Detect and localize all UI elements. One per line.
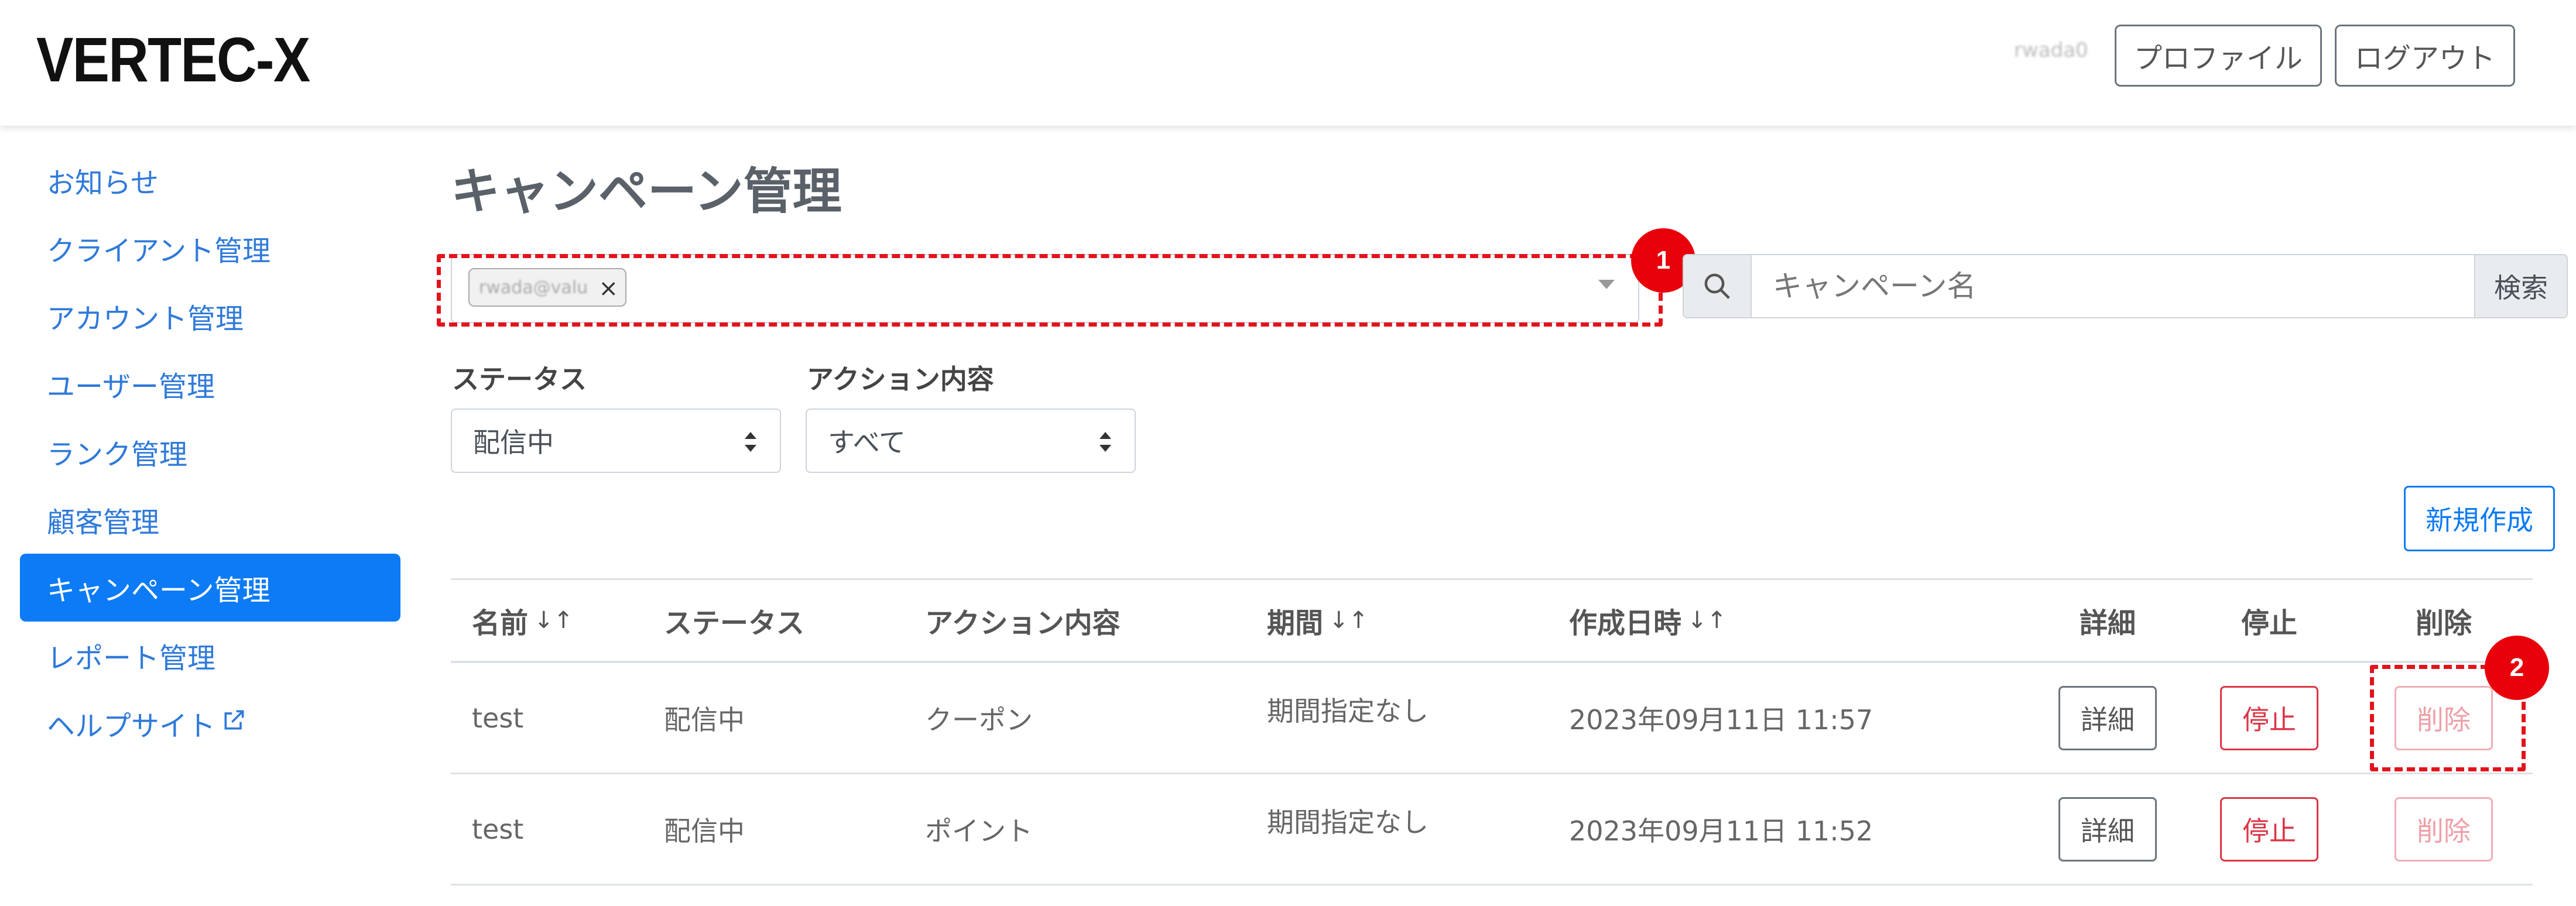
cell-name: test — [472, 702, 524, 734]
cell-period: 期間指定なし — [1267, 695, 1429, 727]
search-button[interactable]: 検索 — [2474, 254, 2568, 318]
header-stop: 停止 — [2241, 607, 2297, 640]
header-action: アクション内容 — [925, 607, 1121, 640]
cell-delete: 削除 — [2385, 774, 2502, 884]
sort-icon[interactable]: ↓↑ — [1687, 607, 1727, 634]
search-icon — [1683, 254, 1752, 318]
cell-detail: 詳細 — [2049, 663, 2166, 773]
sidebar-nav: お知らせ クライアント管理 アカウント管理 ユーザー管理 ランク管理 顧客管理 … — [20, 146, 400, 757]
stop-button[interactable]: 停止 — [2220, 797, 2318, 862]
app-header: VERTEC-X rwada0 プロファイル ログアウト — [0, 0, 2576, 126]
sidebar-item-label: ヘルプサイト — [47, 710, 216, 743]
cell-action: クーポン — [925, 703, 1033, 736]
sidebar-item-help-site[interactable]: ヘルプサイト — [20, 689, 400, 757]
annotation-highlight-client — [437, 254, 1663, 327]
header-period[interactable]: 期間 ↓↑ — [1267, 580, 1368, 661]
detail-button[interactable]: 詳細 — [2058, 797, 2157, 862]
sidebar-item-label: お知らせ — [47, 167, 159, 200]
action-filter-label: アクション内容 — [807, 363, 994, 395]
sidebar-item-label: キャンペーン管理 — [47, 574, 270, 607]
sidebar-item-clients[interactable]: クライアント管理 — [20, 214, 400, 282]
cell-stop: 停止 — [2211, 774, 2328, 884]
app-logo[interactable]: VERTEC-X — [36, 25, 310, 95]
sidebar-item-label: クライアント管理 — [47, 235, 271, 267]
sidebar-item-ranks[interactable]: ランク管理 — [20, 418, 400, 486]
header-name-label: 名前 — [472, 607, 529, 640]
header-period-label: 期間 — [1267, 607, 1324, 640]
table-header-row: 名前 ↓↑ ステータス アクション内容 期間 ↓↑ 作成日時 ↓↑ 詳細 停止 削除 — [451, 578, 2533, 663]
cell-name: test — [472, 813, 524, 845]
delete-button[interactable]: 削除 — [2395, 797, 2493, 862]
cell-period: 期間指定なし — [1267, 807, 1429, 838]
cell-detail: 詳細 — [2049, 774, 2166, 884]
table-row: test 配信中 クーポン 期間指定なし 2023年09月11日 11:57 詳… — [451, 663, 2533, 774]
sidebar-item-label: ランク管理 — [47, 438, 188, 471]
sidebar-item-users[interactable]: ユーザー管理 — [20, 350, 400, 418]
header-created-label: 作成日時 — [1569, 607, 1682, 640]
cell-stop: 停止 — [2211, 663, 2328, 773]
header-delete: 削除 — [2415, 607, 2472, 640]
select-updown-icon — [1099, 432, 1111, 452]
sidebar-item-notices[interactable]: お知らせ — [20, 146, 400, 214]
external-link-icon — [221, 707, 247, 740]
header-created[interactable]: 作成日時 ↓↑ — [1569, 580, 1727, 661]
annotation-badge-2: 2 — [2485, 636, 2549, 700]
action-filter-value: すべて — [828, 427, 906, 458]
cell-created: 2023年09月11日 11:57 — [1569, 703, 1873, 736]
cell-action: ポイント — [925, 815, 1033, 847]
sidebar-item-campaigns[interactable]: キャンペーン管理 — [20, 554, 400, 622]
sidebar-item-accounts[interactable]: アカウント管理 — [20, 282, 400, 350]
sidebar-item-label: アカウント管理 — [47, 303, 244, 335]
status-filter-label: ステータス — [452, 363, 587, 395]
status-filter-select[interactable]: 配信中 — [451, 409, 781, 473]
select-updown-icon — [745, 432, 756, 452]
sidebar-item-label: 顧客管理 — [47, 506, 160, 539]
campaign-search-group: 検索 — [1683, 254, 2568, 318]
page-title: キャンペーン管理 — [451, 163, 842, 220]
status-filter-value: 配信中 — [473, 427, 554, 458]
header-name[interactable]: 名前 ↓↑ — [472, 580, 573, 661]
cell-status: 配信中 — [664, 703, 745, 736]
campaign-name-search-input[interactable] — [1751, 254, 2475, 318]
action-filter-select[interactable]: すべて — [806, 409, 1136, 473]
logout-button[interactable]: ログアウト — [2335, 25, 2515, 87]
table-row: test 配信中 ポイント 期間指定なし 2023年09月11日 11:52 詳… — [451, 774, 2533, 886]
stop-button[interactable]: 停止 — [2220, 685, 2318, 750]
current-user-name: rwada0 — [2014, 39, 2088, 62]
new-campaign-button[interactable]: 新規作成 — [2404, 486, 2555, 551]
profile-button[interactable]: プロファイル — [2115, 25, 2322, 87]
header-status: ステータス — [664, 607, 805, 640]
sidebar-item-customers[interactable]: 顧客管理 — [20, 486, 400, 554]
detail-button[interactable]: 詳細 — [2058, 685, 2157, 750]
header-detail: 詳細 — [2079, 607, 2136, 640]
sidebar-item-label: ユーザー管理 — [47, 370, 215, 403]
cell-status: 配信中 — [664, 815, 745, 847]
sort-icon[interactable]: ↓↑ — [1329, 607, 1368, 634]
sidebar-item-label: レポート管理 — [47, 642, 216, 675]
cell-created: 2023年09月11日 11:52 — [1569, 815, 1873, 847]
sidebar-item-reports[interactable]: レポート管理 — [20, 622, 400, 689]
sort-icon[interactable]: ↓↑ — [534, 607, 573, 634]
campaign-table: 名前 ↓↑ ステータス アクション内容 期間 ↓↑ 作成日時 ↓↑ 詳細 停止 削除 … — [451, 578, 2533, 886]
